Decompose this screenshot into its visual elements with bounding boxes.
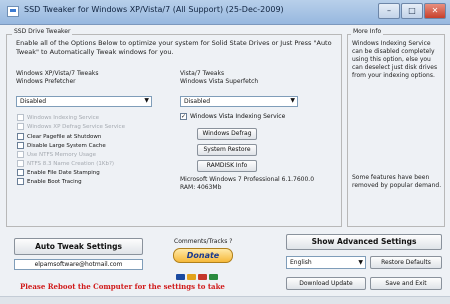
chevron-down-icon: ▼ (144, 97, 149, 104)
comments-label: Comments/Tracks ? (174, 238, 233, 245)
payment-cards-icon (176, 265, 236, 280)
contact-email[interactable]: elpamsoftware@hotmail.com (14, 259, 143, 270)
checkbox[interactable] (17, 123, 24, 130)
more-info-legend: More Info (351, 28, 384, 35)
xp-tweaks-label: Windows XP/Vista/7 Tweaks (16, 70, 99, 77)
option-label: Use NTFS Memory Usage (27, 152, 97, 158)
checkbox[interactable] (17, 178, 24, 185)
language-value: English (290, 259, 312, 266)
superfetch-value: Disabled (184, 98, 211, 105)
language-select[interactable]: English ▼ (286, 256, 366, 269)
system-info: Microsoft Windows 7 Professional 6.1.760… (180, 176, 330, 192)
intro-text: Enable all of the Options Below to optim… (16, 39, 332, 56)
checkbox[interactable] (17, 169, 24, 176)
ram-info: RAM: 4063Mb (180, 184, 222, 191)
prefetcher-value: Disabled (20, 98, 47, 105)
option-label: Enable File Date Stamping (27, 170, 100, 176)
save-exit-button[interactable]: Save and Exit (370, 277, 442, 290)
app-icon (7, 6, 19, 17)
option-label: Windows Indexing Service (27, 115, 100, 121)
os-version: Microsoft Windows 7 Professional 6.1.760… (180, 176, 315, 183)
app-window: SSD Tweaker for Windows XP/Vista/7 (All … (0, 0, 450, 304)
removed-features-note: Some features have been removed by popul… (352, 174, 442, 189)
windows-defrag-button[interactable]: Windows Defrag (197, 128, 257, 140)
window-title: SSD Tweaker for Windows XP/Vista/7 (All … (24, 5, 284, 14)
status-bar (0, 296, 450, 304)
option-label: Enable Boot Tracing (27, 179, 82, 185)
checkbox[interactable] (17, 142, 24, 149)
vista-indexing-label: Windows Vista Indexing Service (190, 113, 286, 120)
option-label: Disable Large System Cache (27, 143, 106, 149)
more-info-text: Windows Indexing Service can be disabled… (352, 40, 438, 79)
option-label: Clear Pagefile at Shutdown (27, 134, 102, 140)
superfetch-label: Windows Vista Superfetch (180, 78, 259, 85)
prefetcher-select[interactable]: Disabled ▼ (16, 96, 152, 107)
tweaker-legend: SSD Drive Tweaker (12, 28, 73, 35)
close-button[interactable]: ✕ (424, 3, 446, 19)
option-label: NTFS 8.3 Name Creation (1Kb?) (27, 161, 115, 167)
ramdisk-info-button[interactable]: RAMDISK Info (197, 160, 257, 172)
option-label: Windows XP Defrag Service Service (27, 124, 125, 130)
download-update-button[interactable]: Download Update (286, 277, 366, 290)
checkbox[interactable] (17, 151, 24, 158)
restore-defaults-button[interactable]: Restore Defaults (370, 256, 442, 269)
system-restore-button[interactable]: System Restore (197, 144, 257, 156)
show-advanced-button[interactable]: Show Advanced Settings (286, 234, 442, 250)
prefetcher-label: Windows Prefetcher (16, 78, 76, 85)
chevron-down-icon: ▼ (358, 259, 363, 266)
checkbox-checked[interactable]: ✓ (180, 113, 187, 120)
reboot-warning: Please Reboot the Computer for the setti… (20, 282, 225, 291)
vista-tweaks-label: Vista/7 Tweaks (180, 70, 225, 77)
chevron-down-icon: ▼ (290, 97, 295, 104)
maximize-button[interactable]: □ (401, 3, 423, 19)
minimize-button[interactable]: – (378, 3, 400, 19)
checkbox[interactable] (17, 160, 24, 167)
checkbox[interactable] (17, 133, 24, 140)
donate-button[interactable]: Donate (173, 248, 233, 263)
title-bar[interactable]: SSD Tweaker for Windows XP/Vista/7 (All … (0, 0, 450, 25)
checkbox[interactable] (17, 114, 24, 121)
auto-tweak-button[interactable]: Auto Tweak Settings (14, 238, 143, 255)
superfetch-select[interactable]: Disabled ▼ (180, 96, 298, 107)
